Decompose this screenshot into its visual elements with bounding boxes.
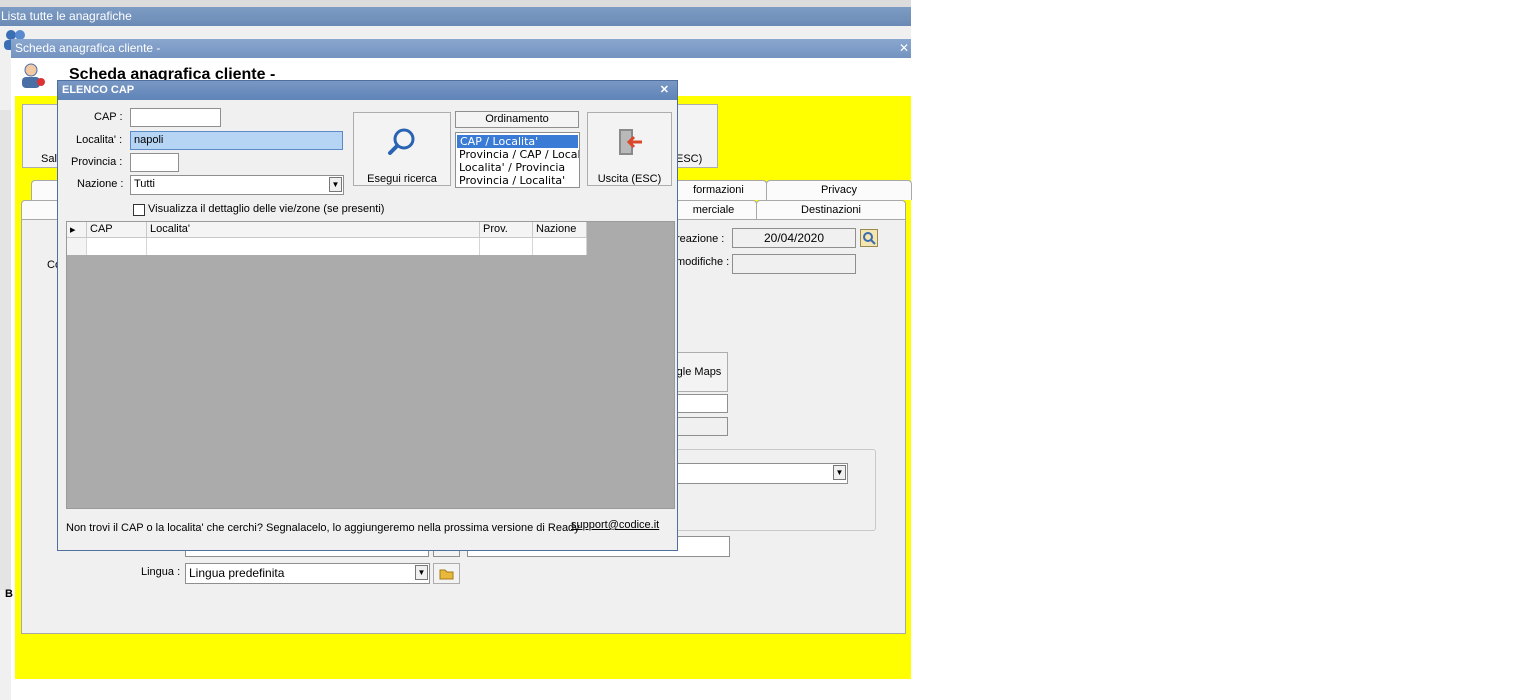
search-button-label: Esegui ricerca [367,173,437,185]
customer-avatar-icon [19,61,47,91]
exit-door-icon [615,127,645,159]
customer-window-title: Scheda anagrafica cliente - [15,41,161,55]
grid-header-nazione[interactable]: Nazione [533,222,587,238]
cap-dialog-titlebar: ELENCO CAP ✕ [58,81,677,100]
ordering-option[interactable]: Provincia / Localita' [456,174,579,187]
save-button[interactable]: Salv [22,104,62,168]
tab-destinazioni[interactable]: Destinazioni [756,200,906,220]
chevron-down-icon[interactable]: ▼ [833,465,846,480]
grid-header-localita[interactable]: Localita' [147,222,480,238]
customer-window-titlebar: Scheda anagrafica cliente - ✕ [11,39,911,58]
ordering-header: Ordinamento [455,111,579,128]
localita-label: Localita' : [76,134,123,146]
calendar-search-icon[interactable] [860,229,878,247]
grid-header-cap[interactable]: CAP [87,222,147,238]
cap-label: CAP : [94,111,123,123]
lingua-label: Lingua : [141,566,181,578]
top-window-title: Lista tutte le anagrafiche [1,9,132,23]
nazione-select[interactable]: Tutti ▼ [130,175,344,195]
search-button[interactable]: Esegui ricerca [353,112,451,186]
search-icon [387,127,417,157]
cap-dialog: ELENCO CAP ✕ CAP : Localita' : napoli Pr… [57,80,678,551]
grid-row-indicator: ▸ [67,222,87,238]
tab-privacy[interactable]: Privacy [766,180,912,200]
creation-label: reazione : [676,233,725,245]
grid-row-indicator-cell [67,238,87,255]
support-link[interactable]: support@codice.it [571,519,659,531]
grid-header-prov[interactable]: Prov. [480,222,533,238]
top-window-titlebar: Lista tutte le anagrafiche [0,7,911,26]
modified-date-field [732,254,856,274]
tab-commerciale[interactable]: merciale [670,200,757,220]
close-icon[interactable]: ✕ [899,39,909,58]
ordering-option[interactable]: CAP / Localita' [457,135,578,148]
google-maps-button[interactable]: gle Maps [670,352,728,392]
results-grid[interactable]: ▸ CAP Localita' Prov. Nazione [66,221,675,509]
grid-cell[interactable] [87,238,147,255]
localita-input[interactable]: napoli [130,131,343,150]
address-field-1[interactable] [670,394,728,413]
group-box [670,449,876,531]
creation-date-field: 20/04/2020 [732,228,856,248]
detail-checkbox[interactable] [133,204,145,216]
grid-cell[interactable] [480,238,533,255]
modified-label: modifiche : [676,256,730,268]
combo-field[interactable]: ▼ [670,463,848,484]
provincia-label: Provincia : [71,156,123,168]
lingua-combo[interactable]: Lingua predefinita ▼ [185,563,430,584]
chevron-down-icon[interactable]: ▼ [415,565,428,580]
footer-text: Non trovi il CAP o la localita' che cerc… [66,522,580,534]
nazione-label: Nazione : [77,178,124,190]
cap-dialog-title: ELENCO CAP [62,84,135,96]
ordering-option[interactable]: Localita' / Provincia [456,161,579,174]
chevron-down-icon[interactable]: ▼ [329,177,342,192]
toolbar-strip [0,0,911,7]
tab-anagrafica[interactable] [21,200,61,220]
folder-icon[interactable] [433,563,460,584]
tab-informazioni[interactable]: formazioni [670,180,767,200]
ordering-option[interactable]: Provincia / CAP / Localita' [456,148,579,161]
ordering-list[interactable]: CAP / Localita' Provincia / CAP / Locali… [455,132,580,188]
exit-label: ESC) [676,153,703,165]
close-icon[interactable]: ✕ [660,81,669,100]
detail-checkbox-label: Visualizza il dettaglio delle vie/zone (… [148,203,385,215]
grid-cell[interactable] [533,238,587,255]
bottom-partial-label: B [5,588,13,600]
cap-input[interactable] [130,108,221,127]
grid-cell[interactable] [147,238,480,255]
address-field-2 [670,417,728,436]
provincia-input[interactable] [130,153,179,172]
exit-button-label: Uscita (ESC) [597,173,662,185]
exit-button[interactable]: Uscita (ESC) [587,112,672,186]
